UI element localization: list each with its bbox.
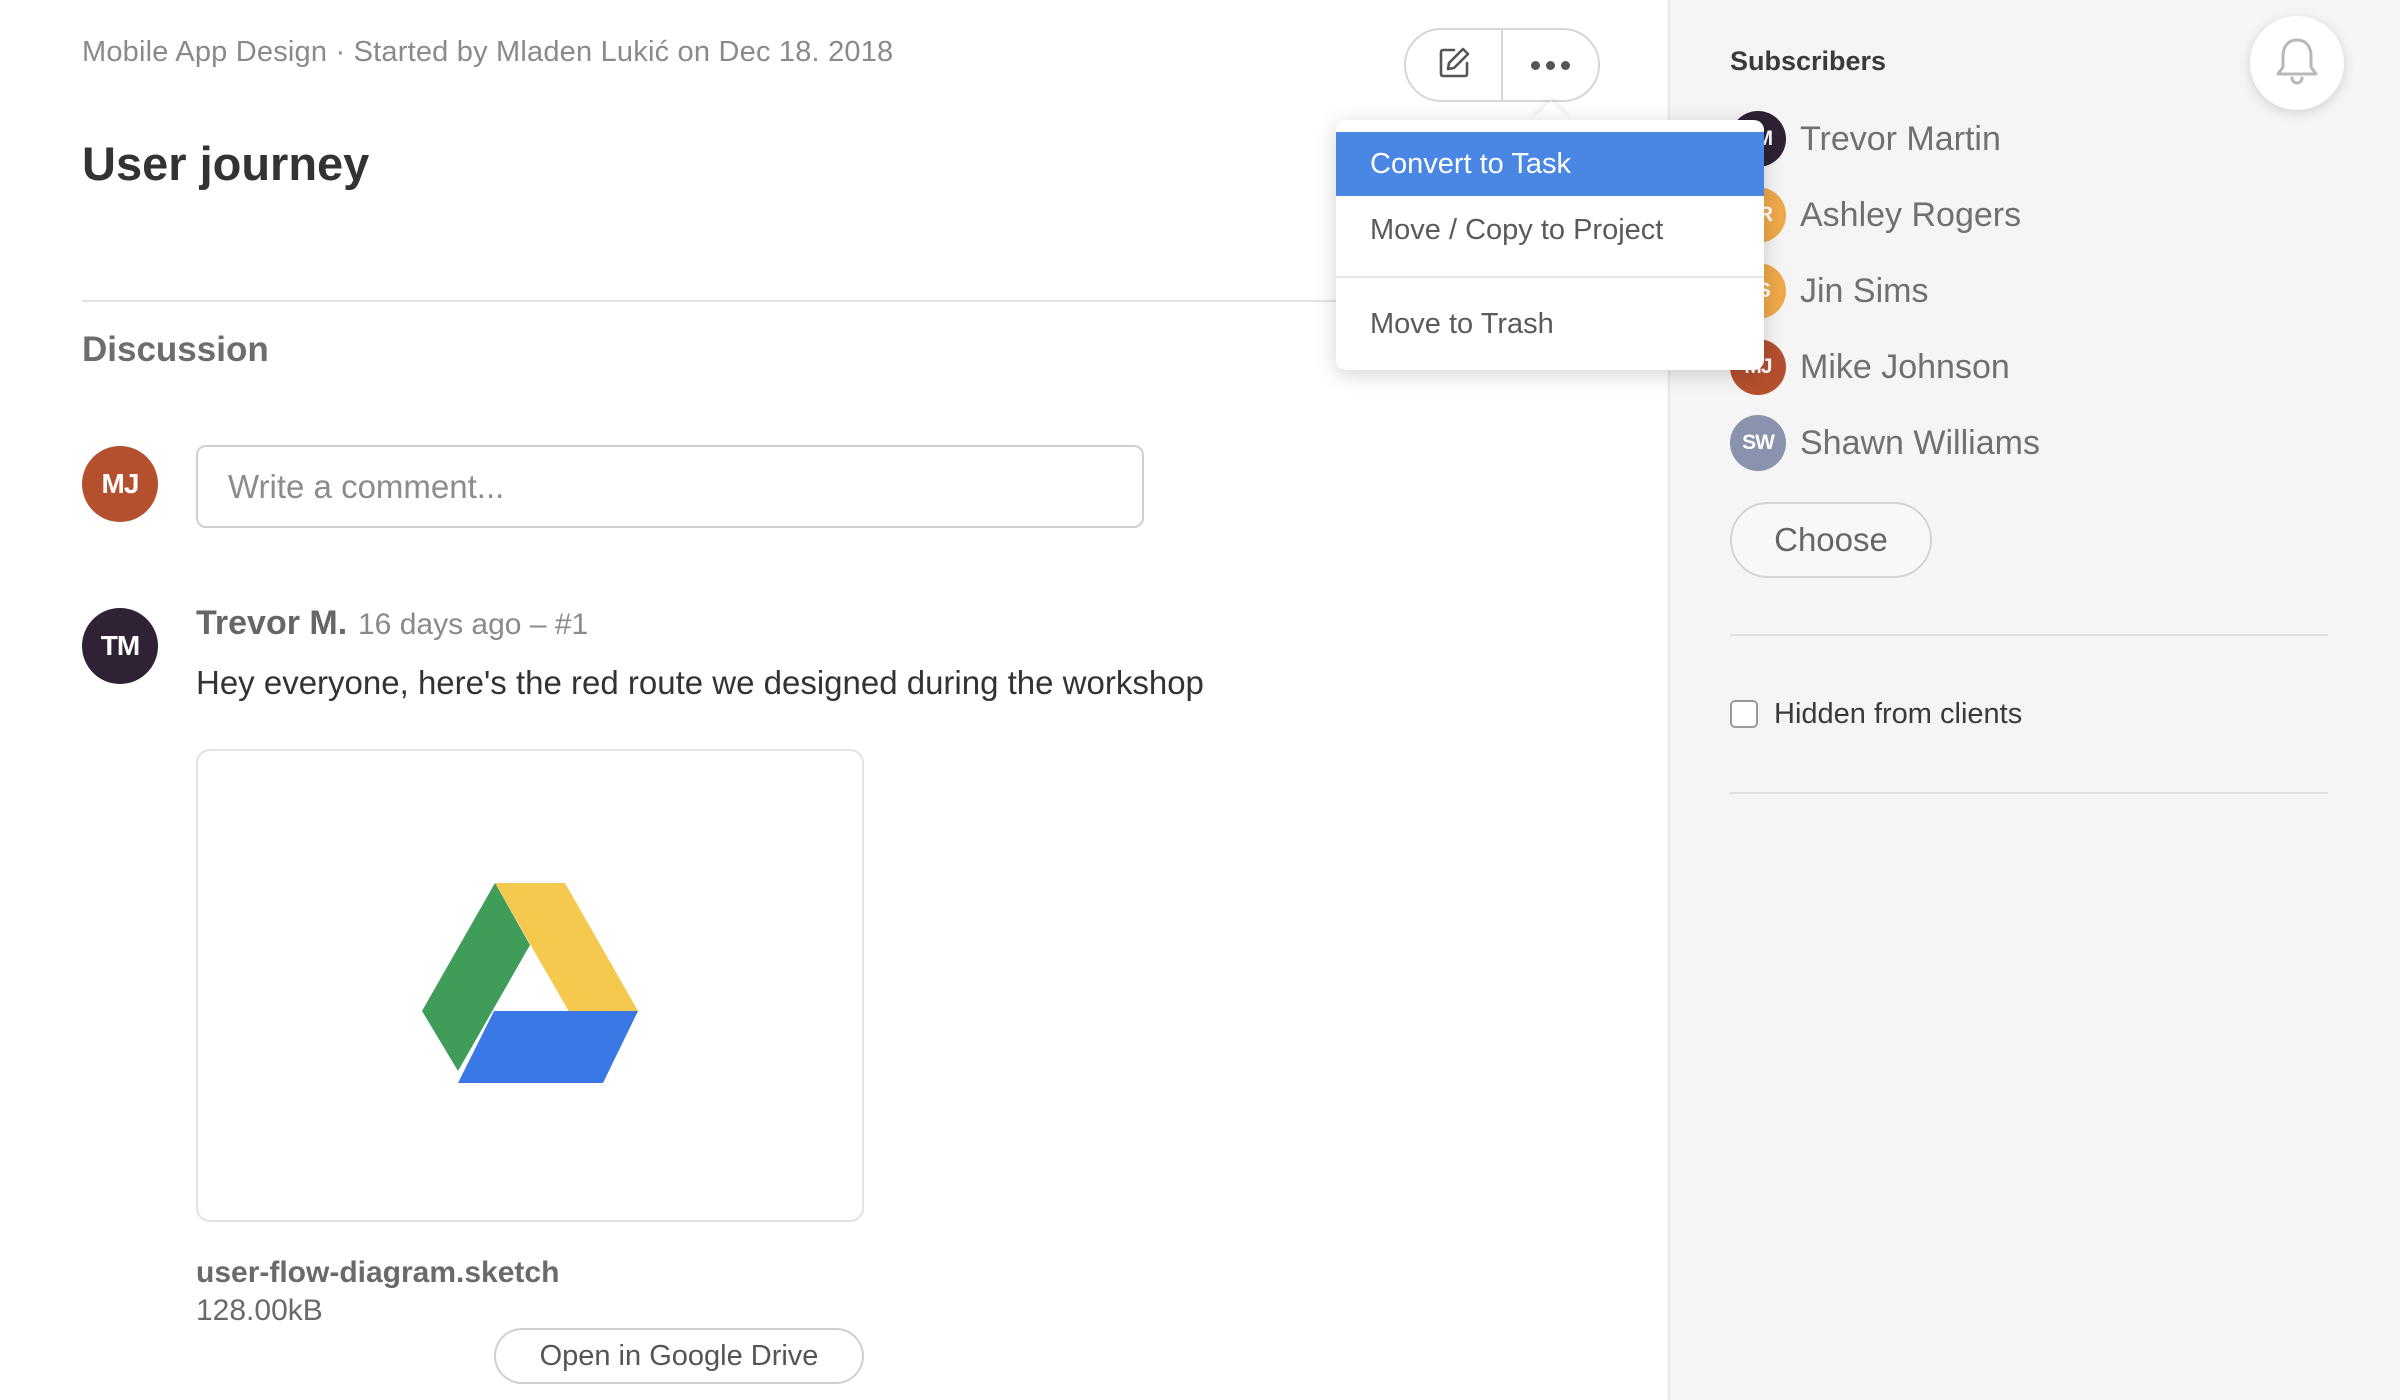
options-menu: Convert to Task Move / Copy to Project M… (1336, 120, 1764, 370)
attachment-file-size: 128.00kB (196, 1294, 323, 1327)
comment-input[interactable] (196, 445, 1144, 528)
comment-meta[interactable]: 16 days ago – #1 (358, 608, 588, 642)
discussion-toolbar (1404, 28, 1600, 102)
sidebar: Subscribers TM Trevor Martin AR Ashley R… (1668, 0, 2400, 1400)
bell-icon (2274, 36, 2320, 91)
comment-text: Hey everyone, here's the red route we de… (196, 664, 1204, 701)
discussion-title: Discussion (82, 330, 269, 369)
breadcrumb[interactable]: Mobile App Design · Started by Mladen Lu… (82, 36, 893, 69)
subscriber-item[interactable]: AR Ashley Rogers (1730, 186, 2021, 244)
subscriber-name: Jin Sims (1800, 271, 1929, 310)
menu-item-convert-to-task[interactable]: Convert to Task (1336, 132, 1764, 196)
subscriber-item[interactable]: MJ Mike Johnson (1730, 338, 2010, 396)
subscriber-item[interactable]: TM Trevor Martin (1730, 110, 2001, 168)
edit-icon (1436, 45, 1472, 86)
hidden-from-clients-checkbox[interactable] (1730, 700, 1758, 728)
header-divider (82, 300, 1342, 302)
menu-divider (1336, 276, 1764, 278)
subscriber-name: Mike Johnson (1800, 347, 2010, 386)
hidden-from-clients-label[interactable]: Hidden from clients (1774, 698, 2022, 731)
subscribers-title: Subscribers (1730, 46, 1887, 76)
subscriber-item[interactable]: SW Shawn Williams (1730, 414, 2040, 472)
choose-subscribers-button[interactable]: Choose (1730, 502, 1932, 578)
subscriber-name: Trevor Martin (1800, 119, 2001, 158)
sidebar-divider (1730, 634, 2328, 636)
more-options-button[interactable] (1501, 30, 1598, 100)
open-in-google-drive-button[interactable]: Open in Google Drive (494, 1328, 864, 1384)
avatar: TM (82, 608, 158, 684)
attachment-card[interactable] (196, 749, 864, 1222)
comment-author[interactable]: Trevor M. (196, 604, 347, 643)
edit-button[interactable] (1406, 30, 1501, 100)
page-title: User journey (82, 137, 370, 190)
menu-item-move-copy-to-project[interactable]: Move / Copy to Project (1336, 198, 1764, 262)
sidebar-divider (1730, 792, 2328, 794)
attachment-file-name[interactable]: user-flow-diagram.sketch (196, 1256, 559, 1290)
notifications-button[interactable] (2250, 16, 2344, 110)
avatar: SW (1730, 415, 1786, 471)
subscriber-name: Shawn Williams (1800, 423, 2040, 462)
google-drive-icon (422, 883, 638, 1088)
menu-item-move-to-trash[interactable]: Move to Trash (1336, 292, 1764, 356)
avatar: MJ (82, 446, 158, 522)
subscriber-name: Ashley Rogers (1800, 195, 2022, 234)
more-dots-icon (1531, 60, 1570, 70)
